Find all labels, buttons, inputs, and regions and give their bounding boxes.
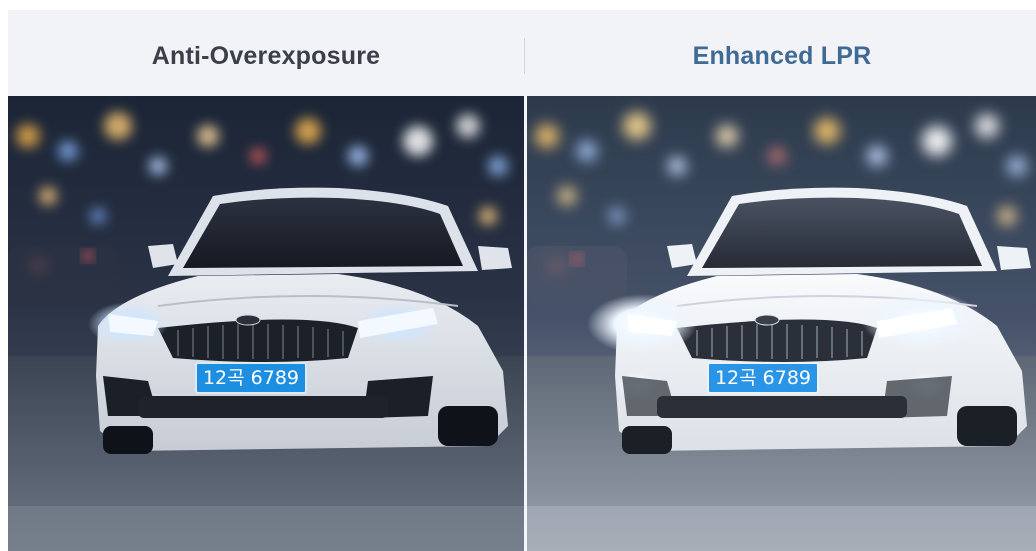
license-plate: 12곡 6789 bbox=[707, 362, 819, 394]
enhanced-lpr-image: 12곡 6789 bbox=[527, 96, 1036, 551]
anti-overexposure-image: 12곡 6789 bbox=[8, 96, 524, 551]
kia-logo-icon bbox=[754, 314, 780, 326]
left-panel-title: Anti-Overexposure bbox=[151, 42, 381, 70]
license-plate-text: 12곡 6789 bbox=[714, 367, 812, 389]
comparison-header: Anti-Overexposure Enhanced LPR bbox=[8, 10, 1036, 96]
header-divider bbox=[524, 38, 525, 74]
right-panel-title: Enhanced LPR bbox=[692, 42, 872, 70]
kia-logo-icon bbox=[235, 314, 261, 326]
license-plate-text: 12곡 6789 bbox=[202, 367, 300, 389]
license-plate: 12곡 6789 bbox=[195, 362, 307, 394]
